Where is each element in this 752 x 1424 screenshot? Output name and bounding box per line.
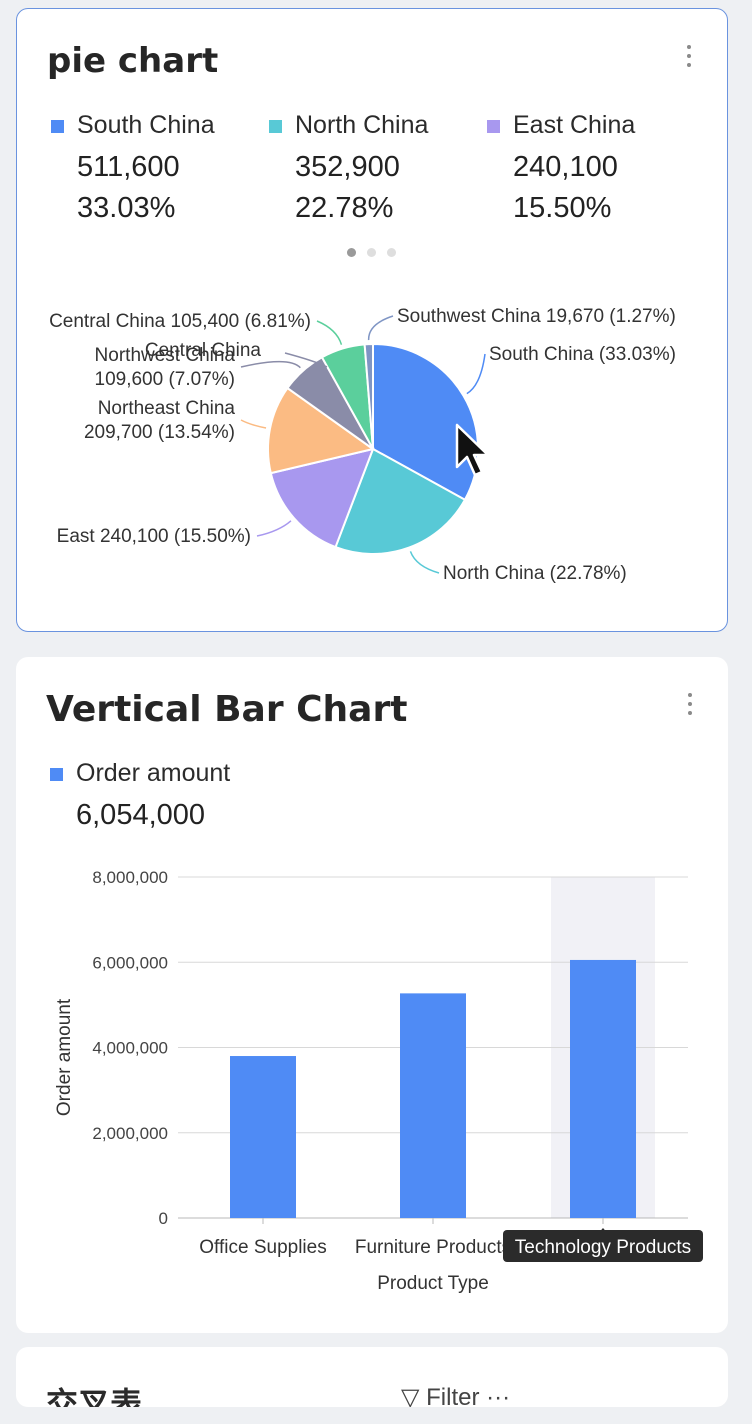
legend-name: Order amount [76, 759, 231, 787]
filter-icon: ▽ [401, 1384, 420, 1407]
pie-leader-line [256, 520, 292, 537]
y-tick-label: 4,000,000 [92, 1039, 168, 1058]
legend-swatch [50, 768, 63, 781]
x-category-label: Office Supplies [199, 1237, 326, 1258]
pie-card-more-icon[interactable] [687, 45, 693, 72]
bar-chart: 0 2,000,000 4,000,000 6,000,000 8,000,000 Off… [54, 868, 703, 1294]
legend-swatch [487, 120, 500, 133]
pie-label: East 240,100 (15.50%) [57, 526, 251, 547]
legend-name: East China [513, 111, 636, 139]
pie-chart: South China (33.03%) North China (22.78%)… [49, 306, 676, 584]
pie-label: North China (22.78%) [443, 563, 627, 584]
legend-percent: 33.03% [77, 192, 176, 224]
cross-table-title: 交叉表 [46, 1386, 143, 1407]
cross-table-card: 交叉表 ▽ Filter ··· [16, 1347, 728, 1407]
pie-label: Central China 105,400 (6.81%) [49, 311, 311, 332]
pie-label: Southwest China 19,670 (1.27%) [397, 306, 676, 327]
pie-label-extra: Central China [145, 340, 262, 361]
pie-label: 109,600 (7.07%) [95, 369, 236, 390]
pie-leader-line [367, 315, 394, 341]
pie-card-title: pie chart [47, 41, 219, 81]
pie-label: 209,700 (13.54%) [84, 422, 235, 443]
y-tick-label: 0 [159, 1209, 168, 1228]
bar-office-supplies [230, 1056, 296, 1218]
legend-value: 511,600 [77, 151, 180, 183]
pie-leader-line [240, 419, 267, 429]
filter-button[interactable]: ▽ Filter ··· [401, 1383, 510, 1407]
x-axis-title: Product Type [377, 1273, 489, 1294]
bar-card-title: Vertical Bar Chart [46, 689, 408, 730]
legend-percent: 15.50% [513, 192, 612, 224]
pie-leader-line [466, 353, 486, 395]
y-tick-label: 6,000,000 [92, 953, 168, 972]
tooltip-text: Technology Products [515, 1237, 691, 1258]
pie-leader-line [409, 551, 440, 574]
pie-leader-line [316, 320, 343, 345]
pie-label: South China (33.03%) [489, 344, 676, 365]
cursor-icon [455, 423, 490, 477]
legend-name: North China [295, 111, 429, 139]
y-tick-label: 2,000,000 [92, 1124, 168, 1143]
y-axis-title: Order amount [54, 998, 75, 1116]
pie-chart-card: pie chart South China 511,600 33.03% Nor… [16, 8, 728, 632]
pie-label: Northeast China [98, 398, 236, 419]
pager-dot-2[interactable] [367, 248, 376, 257]
legend-percent: 22.78% [295, 192, 394, 224]
bar-technology-products [570, 959, 636, 1218]
y-tick-label: 8,000,000 [92, 868, 168, 887]
legend-pager[interactable] [347, 244, 407, 262]
legend-value: 352,900 [295, 151, 400, 183]
category-tooltip: Technology Products [503, 1228, 703, 1262]
legend-total: 6,054,000 [76, 799, 206, 831]
filter-label: Filter ··· [426, 1384, 511, 1407]
x-category-label: Furniture Products [355, 1237, 511, 1258]
bar-card-more-icon[interactable] [688, 693, 694, 720]
bar-chart-card: Vertical Bar Chart Order amount 6,054,00… [16, 657, 728, 1333]
pager-dot-1[interactable] [347, 248, 356, 257]
legend-swatch [51, 120, 64, 133]
legend-value: 240,100 [513, 151, 618, 183]
pie-leader-line [240, 360, 301, 369]
bar-furniture-products [400, 993, 466, 1218]
legend-swatch [269, 120, 282, 133]
legend-name: South China [77, 111, 215, 139]
pager-dot-3[interactable] [387, 248, 396, 257]
